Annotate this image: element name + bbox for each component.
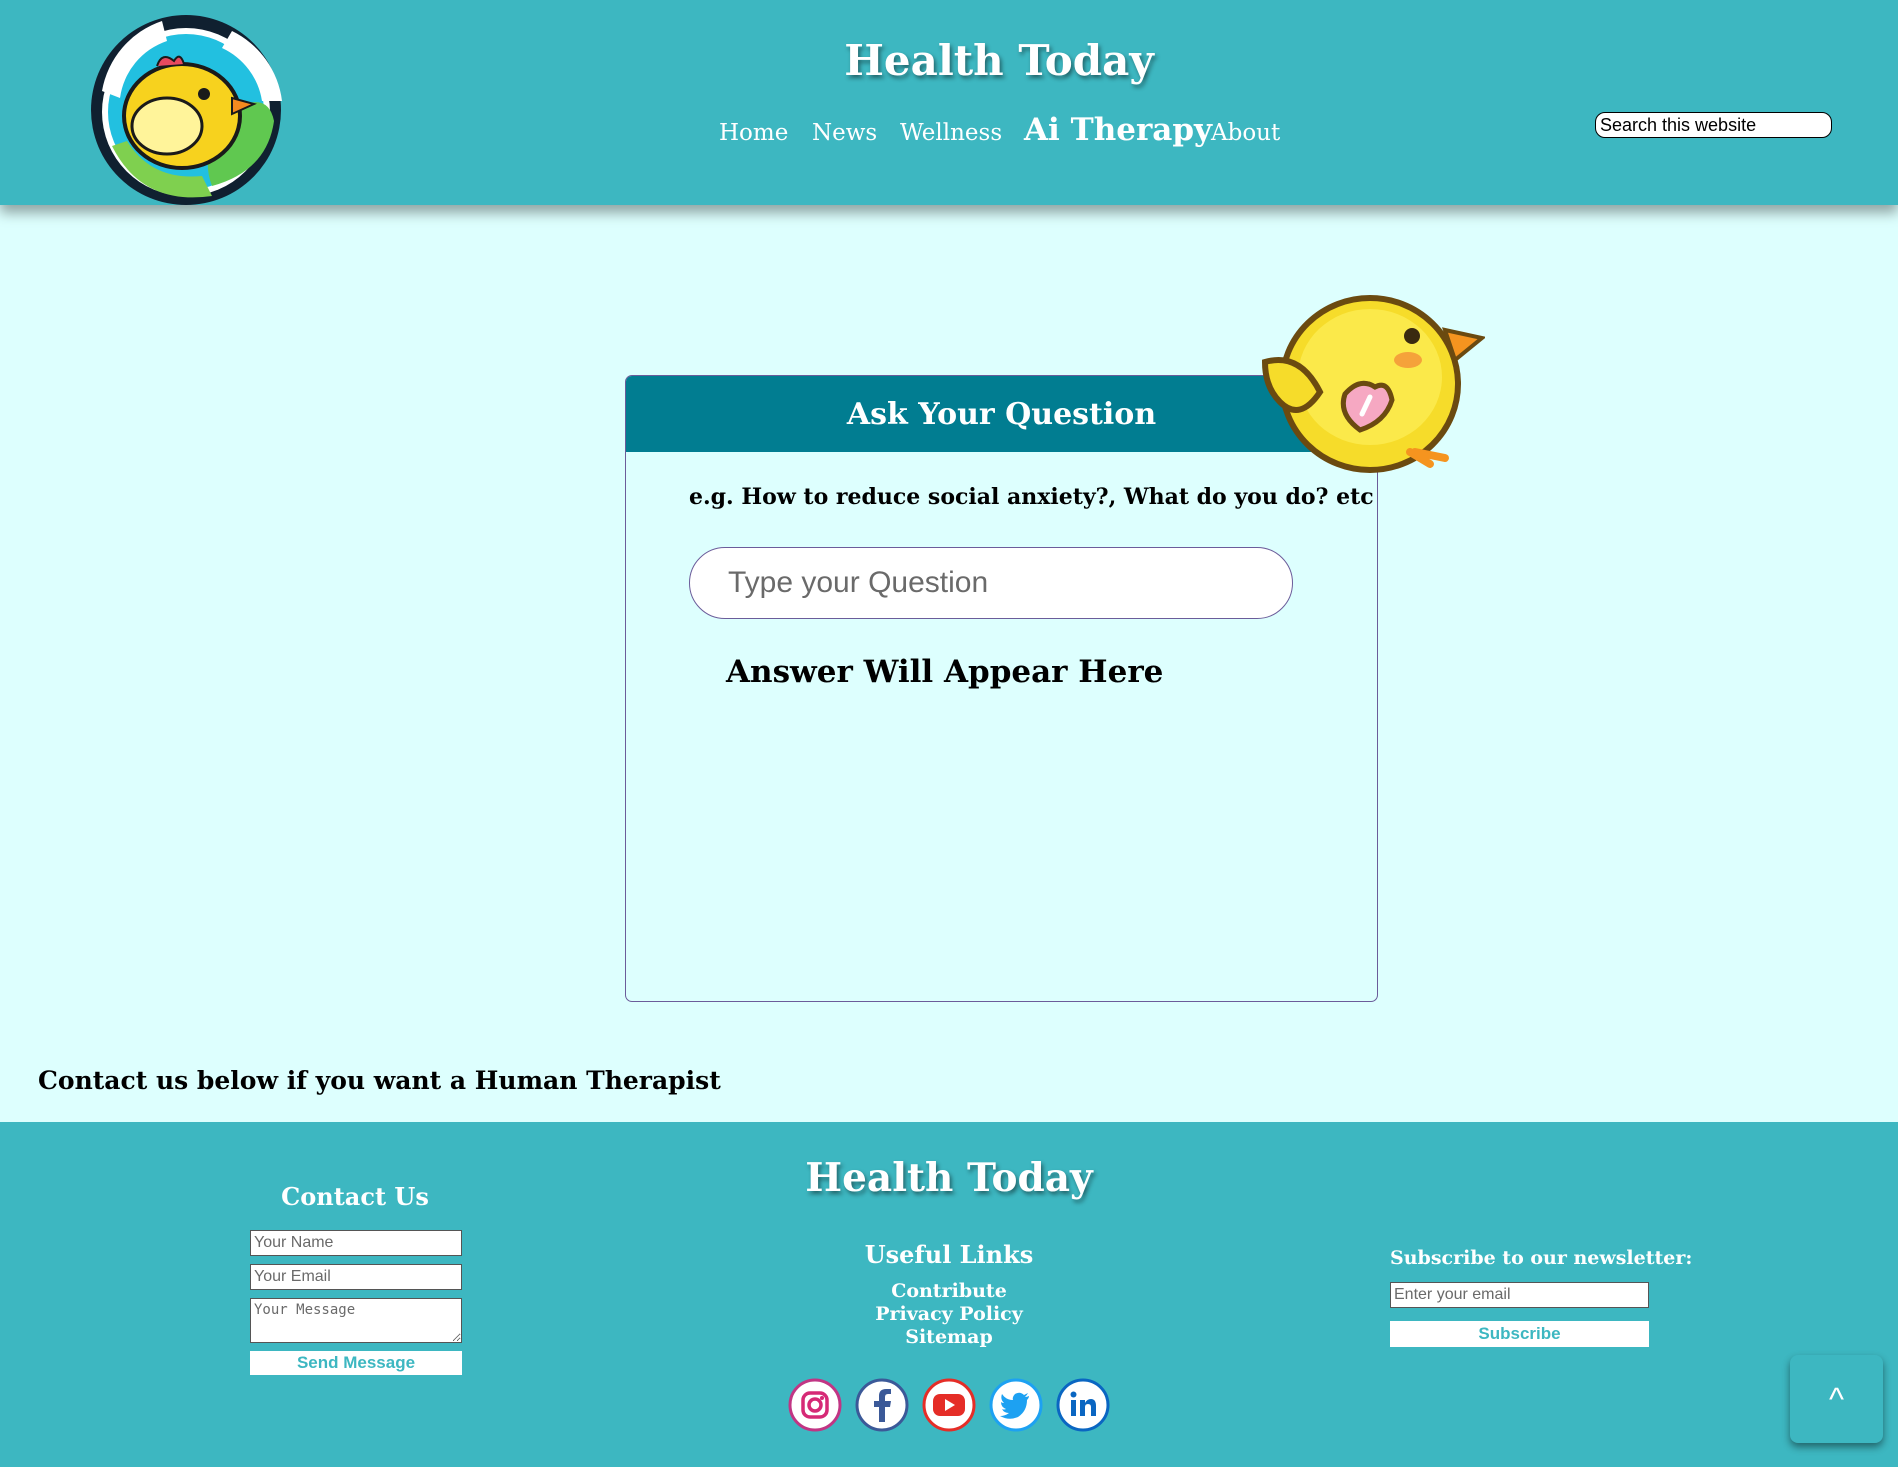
facebook-icon[interactable] — [855, 1378, 909, 1432]
human-therapist-note: Contact us below if you want a Human The… — [38, 1066, 721, 1095]
answer-area: Answer Will Appear Here — [726, 654, 1164, 690]
question-input[interactable] — [689, 547, 1293, 619]
nav-wellness[interactable]: Wellness — [900, 120, 1002, 146]
site-title[interactable]: Health Today — [0, 36, 1898, 85]
twitter-icon[interactable] — [989, 1378, 1043, 1432]
nav-about[interactable]: About — [1211, 120, 1280, 146]
linkedin-icon[interactable] — [1056, 1378, 1110, 1432]
contact-heading: Contact Us — [281, 1182, 429, 1211]
mascot-chick-icon — [1261, 295, 1485, 473]
nav-ai-therapy[interactable]: Ai Therapy — [1024, 112, 1212, 148]
example-questions: e.g. How to reduce social anxiety?, What… — [689, 484, 1374, 510]
nav-news[interactable]: News — [812, 120, 877, 146]
subscribe-button[interactable]: Subscribe — [1390, 1321, 1649, 1347]
site-footer: Health Today Contact Us Send Message Use… — [0, 1122, 1898, 1467]
instagram-icon[interactable] — [788, 1378, 842, 1432]
newsletter-email-field[interactable] — [1390, 1282, 1649, 1308]
newsletter-heading: Subscribe to our newsletter: — [1390, 1247, 1693, 1269]
nav-home[interactable]: Home — [719, 120, 788, 146]
youtube-icon[interactable] — [922, 1378, 976, 1432]
back-to-top-button[interactable]: ^ — [1790, 1355, 1883, 1443]
search-input[interactable] — [1595, 112, 1832, 138]
site-header: Health Today Home News Wellness Ai Thera… — [0, 0, 1898, 205]
send-message-button[interactable]: Send Message — [250, 1351, 462, 1375]
